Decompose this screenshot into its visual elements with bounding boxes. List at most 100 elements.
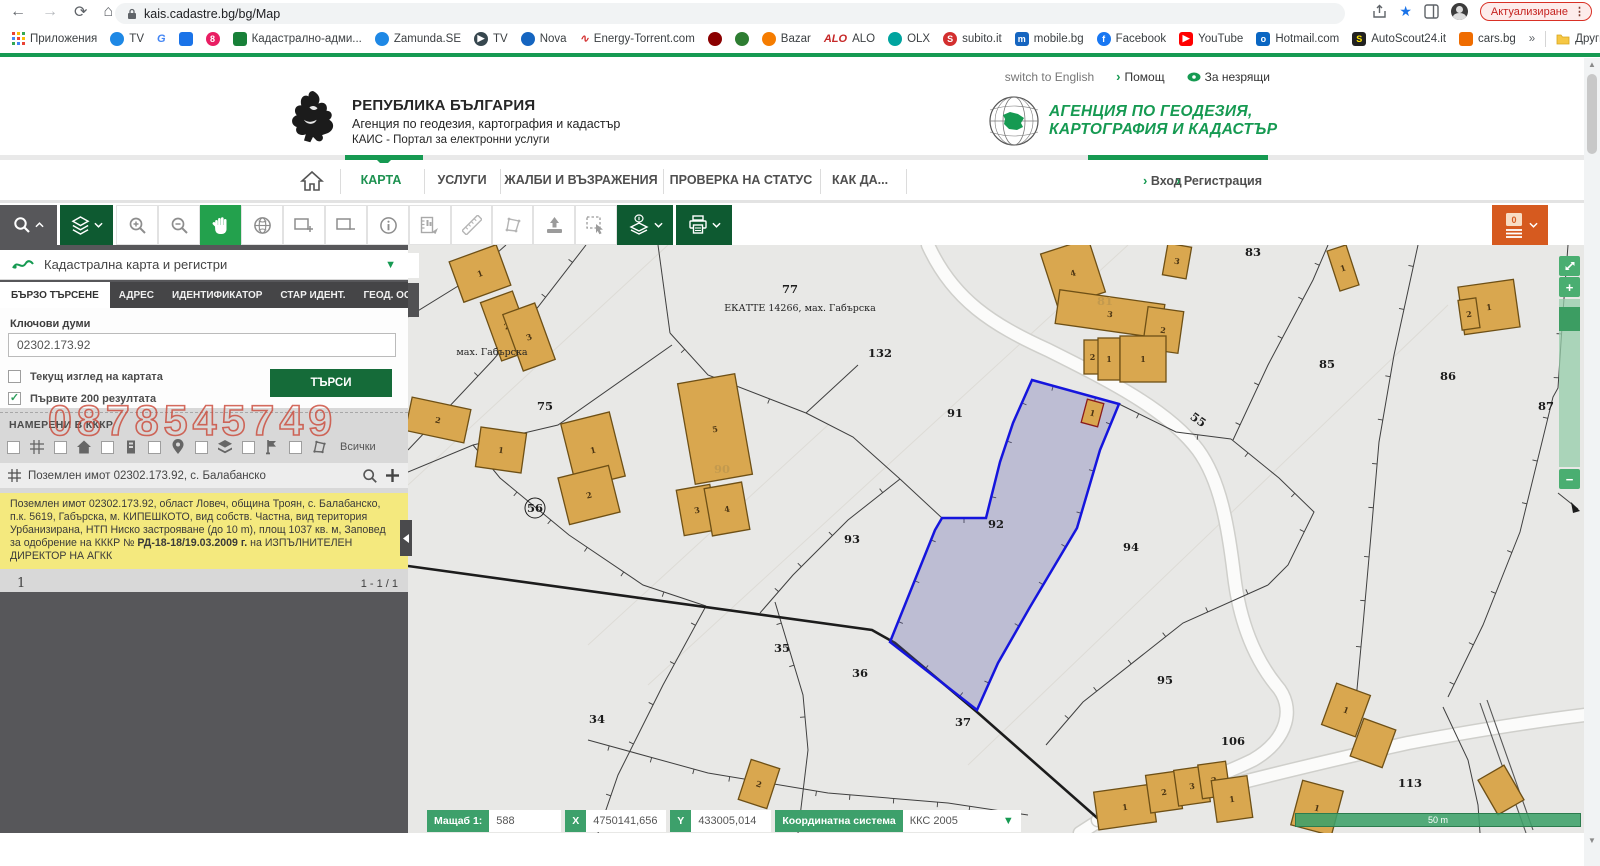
selected-parcel-92[interactable] xyxy=(890,380,1119,710)
nav-item-proverka[interactable]: ПРОВЕРКА НА СТАТУС xyxy=(670,173,813,187)
other-bookmarks-button[interactable]: Други отметки xyxy=(1556,33,1600,45)
zoom-out-button[interactable]: − xyxy=(1559,469,1580,489)
zoom-out-tool-button[interactable] xyxy=(158,205,200,245)
nav-item-zhalbi[interactable]: ЖАЛБИ И ВЪЗРАЖЕНИЯ xyxy=(504,173,657,187)
bookmark-item[interactable]: oHotmail.com xyxy=(1256,32,1339,46)
result-row[interactable]: Поземлен имот 02302.173.92, с. Балабанск… xyxy=(0,463,408,488)
bookmark-item[interactable]: ∿Energy-Torrent.com xyxy=(580,32,695,46)
pin-filter-checkbox[interactable] xyxy=(148,441,161,454)
scroll-down-icon[interactable]: ▼ xyxy=(1584,834,1600,848)
bookmark-star-icon[interactable]: ★ xyxy=(1399,3,1412,20)
bookmark-item[interactable]: Zamunda.SE xyxy=(375,32,461,46)
search-tool-button[interactable] xyxy=(0,205,57,245)
bookmark-item[interactable]: G xyxy=(157,32,166,46)
share-icon[interactable] xyxy=(1372,4,1387,19)
scroll-up-icon[interactable]: ▲ xyxy=(1584,58,1600,72)
house-filter-checkbox[interactable] xyxy=(54,441,67,454)
bookmark-item[interactable]: ▶YouTube xyxy=(1179,32,1243,46)
polygon-tool-button[interactable] xyxy=(492,205,533,245)
bookmark-item[interactable]: mmobile.bg xyxy=(1015,32,1084,46)
building-filter-checkbox[interactable] xyxy=(101,441,114,454)
cadastre-map[interactable]: 12321125344322113112112123211 7713291759… xyxy=(408,245,1585,833)
bookmark-item[interactable] xyxy=(735,32,749,46)
map-type-dropdown[interactable]: Кадастрална карта и регистри ▼ xyxy=(0,250,408,280)
select-tool-button[interactable] xyxy=(575,205,617,245)
selection-list-button[interactable]: 0 xyxy=(1492,205,1548,245)
layer-info-tool-button[interactable] xyxy=(617,205,673,245)
bookmark-item[interactable]: SAutoScout24.it xyxy=(1352,32,1446,46)
first-200-checkbox-row[interactable]: ✓ Първите 200 резултата xyxy=(8,392,156,405)
first-200-checkbox[interactable]: ✓ xyxy=(8,392,21,405)
help-link[interactable]: ›Помощ xyxy=(1116,69,1164,84)
pan-tool-button[interactable] xyxy=(200,205,241,245)
grid-filter-checkbox[interactable] xyxy=(7,441,20,454)
bookmark-item[interactable]: cars.bg xyxy=(1459,32,1516,46)
zoom-in-button[interactable]: + xyxy=(1559,277,1580,297)
bookmark-item[interactable]: Nova xyxy=(521,32,567,46)
bookmarks-overflow-icon[interactable]: » xyxy=(1529,33,1535,45)
bookmark-item[interactable]: fFacebook xyxy=(1097,32,1167,46)
update-chrome-button[interactable]: Актуализиране ⋮ xyxy=(1480,2,1592,21)
bookmark-item[interactable]: OLX xyxy=(888,32,930,46)
search-tab-1[interactable]: АДРЕС xyxy=(110,282,163,308)
full-extent-tool-button[interactable] xyxy=(241,205,283,245)
search-tab-2[interactable]: ИДЕНТИФИКАТОР xyxy=(163,282,271,308)
home-icon[interactable]: ⌂ xyxy=(103,3,113,21)
nav-item-uslugi[interactable]: УСЛУГИ xyxy=(437,173,486,187)
add-result-icon[interactable] xyxy=(385,468,400,483)
keywords-input[interactable] xyxy=(8,333,396,357)
nav-item-kak-da[interactable]: КАК ДА... xyxy=(832,173,888,187)
zoom-in-tool-button[interactable] xyxy=(116,205,158,245)
home-nav-icon[interactable] xyxy=(300,170,324,192)
flag-filter-checkbox[interactable] xyxy=(242,441,255,454)
bookmark-item[interactable] xyxy=(708,32,722,46)
bookmark-item[interactable]: Кадастрално-адми... xyxy=(233,32,362,46)
address-bar[interactable]: kais.cadastre.bg/bg/Map xyxy=(115,3,1345,24)
bookmark-item[interactable] xyxy=(179,32,193,46)
upload-tool-button[interactable] xyxy=(533,205,575,245)
x-input[interactable]: 4750141,656 xyxy=(586,810,666,832)
layers-tool-button[interactable] xyxy=(60,205,113,245)
current-view-checkbox-row[interactable]: Текущ изглед на картата xyxy=(8,370,163,383)
bookmark-item[interactable]: ALOALO xyxy=(824,32,875,46)
current-view-checkbox[interactable] xyxy=(8,370,21,383)
polygon-filter-checkbox[interactable] xyxy=(289,441,302,454)
bookmark-item[interactable]: Bazar xyxy=(762,32,811,46)
zoom-slider-track[interactable] xyxy=(1559,299,1580,467)
page-number[interactable]: 1 xyxy=(17,576,25,591)
accessibility-link[interactable]: За незрящи xyxy=(1187,70,1270,84)
switch-to-english-link[interactable]: switch to English xyxy=(1005,70,1094,84)
bookmark-item[interactable]: Ssubito.it xyxy=(943,32,1002,46)
measure-tool-button[interactable] xyxy=(409,205,451,245)
back-icon[interactable]: ← xyxy=(10,3,26,21)
zoom-rect-out-tool-button[interactable] xyxy=(325,205,367,245)
register-link[interactable]: › Регистрация xyxy=(1176,173,1262,188)
nav-item-karta[interactable]: КАРТА xyxy=(361,173,402,187)
map-canvas[interactable]: 12321125344322113112112123211 7713291759… xyxy=(408,245,1585,833)
scale-input[interactable]: 588 xyxy=(489,810,561,832)
fullscreen-button[interactable] xyxy=(1559,256,1580,276)
bookmark-item[interactable]: ▶TV xyxy=(474,32,508,46)
apps-grid-button[interactable]: Приложения xyxy=(12,32,97,45)
zoom-slider-handle[interactable] xyxy=(1559,307,1580,331)
bookmark-item[interactable]: TV xyxy=(110,32,144,46)
info-tool-button[interactable] xyxy=(367,205,409,245)
search-tab-0[interactable]: БЪРЗО ТЪРСЕНЕ xyxy=(0,282,110,308)
reload-icon[interactable]: ⟳ xyxy=(74,2,87,22)
y-input[interactable]: 433005,014 xyxy=(691,810,771,832)
bookmark-item[interactable]: 8 xyxy=(206,32,220,46)
sidebar-collapse-handle[interactable] xyxy=(400,520,412,556)
zoom-to-result-icon[interactable] xyxy=(362,468,378,484)
layers-filter-checkbox[interactable] xyxy=(195,441,208,454)
menu-dots-icon[interactable]: ⋮ xyxy=(1574,5,1585,18)
ruler-tool-button[interactable] xyxy=(451,205,492,245)
search-tab-3[interactable]: СТАР ИДЕНТ. xyxy=(271,282,354,308)
sidepanel-icon[interactable] xyxy=(1424,4,1439,19)
scrollbar-thumb[interactable] xyxy=(1587,74,1597,154)
print-tool-button[interactable] xyxy=(676,205,732,245)
profile-avatar[interactable] xyxy=(1451,3,1468,20)
page-scrollbar[interactable]: ▲ ▼ xyxy=(1584,58,1600,866)
forward-icon[interactable]: → xyxy=(42,3,58,21)
zoom-rect-in-tool-button[interactable] xyxy=(283,205,325,245)
search-submit-button[interactable]: ТЪРСИ xyxy=(270,369,392,397)
